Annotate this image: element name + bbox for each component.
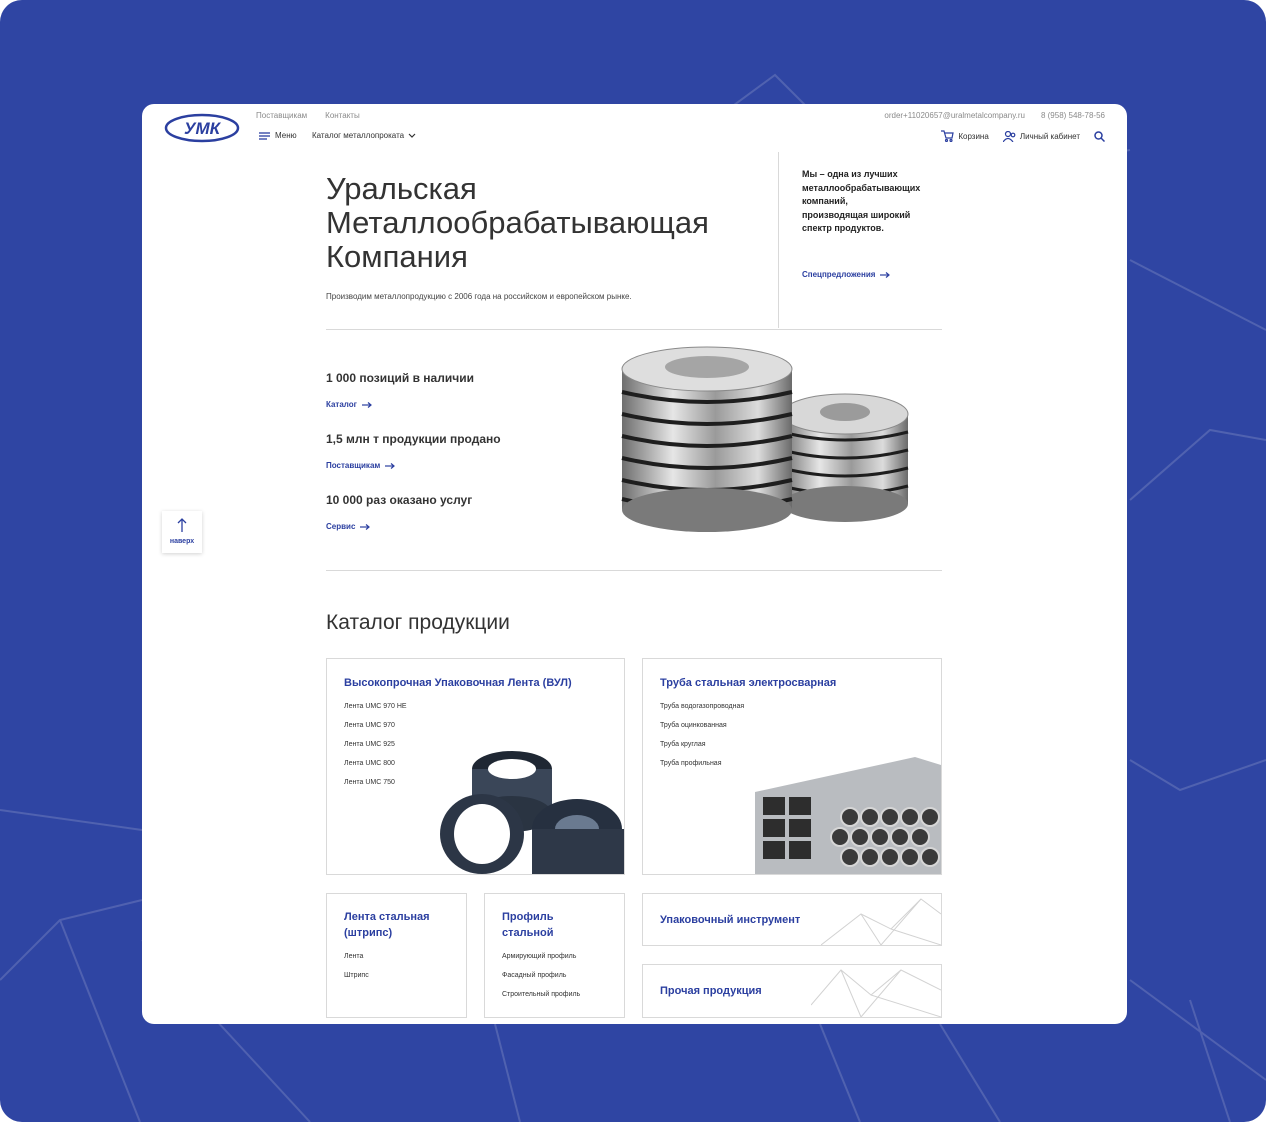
catalog-card-strip[interactable]: Лента стальная (штрипс) Лента Штрипс <box>326 893 467 1018</box>
top-link-suppliers[interactable]: Поставщикам <box>256 111 307 120</box>
catalog-dropdown[interactable]: Каталог металлопроката <box>312 131 416 140</box>
chevron-down-icon <box>408 133 416 138</box>
catalog-card-profile[interactable]: Профиль стальной Армирующий профиль Фаса… <box>484 893 625 1018</box>
stat-link-catalog[interactable]: Каталог <box>326 400 372 409</box>
page-title: Уральская Металлообрабатывающая Компания <box>326 171 709 274</box>
card-item[interactable]: Штрипс <box>344 972 454 979</box>
wireframe-pattern <box>821 898 941 945</box>
stat-item: 1,5 млн т продукции продано Поставщикам <box>326 432 501 473</box>
cart-button[interactable]: Корзина <box>941 130 989 142</box>
arrow-up-icon <box>177 518 187 532</box>
stat-link-label: Сервис <box>326 522 356 531</box>
card-item[interactable]: Фасадный профиль <box>502 972 624 979</box>
cart-icon <box>941 130 955 142</box>
about-text: Мы – одна из лучших металлообрабатывающи… <box>802 169 921 233</box>
stat-link-label: Каталог <box>326 400 357 409</box>
user-icon <box>1002 130 1016 142</box>
hero-divider <box>778 152 779 328</box>
steel-pipes-image <box>755 757 941 874</box>
stat-link-service[interactable]: Сервис <box>326 522 371 531</box>
hamburger-icon <box>259 131 270 140</box>
special-offers-link[interactable]: Спецпредложения <box>802 270 891 279</box>
menu-button[interactable]: Меню <box>259 131 297 140</box>
back-to-top-button[interactable]: наверх <box>162 511 202 553</box>
section-divider <box>326 570 942 571</box>
stat-link-label: Поставщикам <box>326 461 381 470</box>
stat-title: 10 000 раз оказано услуг <box>326 493 473 507</box>
section-divider <box>326 329 942 330</box>
account-button[interactable]: Личный кабинет <box>1002 130 1080 142</box>
arrow-right-icon <box>880 271 891 278</box>
umk-logo[interactable]: УМК <box>164 112 240 144</box>
stat-title: 1,5 млн т продукции продано <box>326 432 501 446</box>
card-item[interactable]: Лента UMC 970 <box>344 722 624 729</box>
back-to-top-label: наверх <box>169 538 195 545</box>
catalog-title: Каталог продукции <box>326 611 510 634</box>
catalog-card-other[interactable]: Прочая продукция <box>642 964 942 1018</box>
stat-title: 1 000 позиций в наличии <box>326 371 474 385</box>
stat-item: 1 000 позиций в наличии Каталог <box>326 371 474 412</box>
card-item[interactable]: Строительный профиль <box>502 991 624 998</box>
email-link[interactable]: order+11020657@uralmetalcompany.ru <box>884 111 1025 120</box>
stat-link-suppliers[interactable]: Поставщикам <box>326 461 396 470</box>
arrow-right-icon <box>362 401 372 408</box>
card-item[interactable]: Лента <box>344 953 454 960</box>
card-item[interactable]: Труба водогазопроводная <box>660 703 941 710</box>
cart-label: Корзина <box>958 131 989 141</box>
arrow-right-icon <box>385 462 396 469</box>
account-label: Личный кабинет <box>1019 131 1080 141</box>
top-link-contacts[interactable]: Контакты <box>325 111 360 120</box>
card-item[interactable]: Труба оцинкованная <box>660 722 941 729</box>
catalog-card-vul[interactable]: Высокопрочная Упаковочная Лента (ВУЛ) Ле… <box>326 658 625 875</box>
special-offers-label: Спецпредложения <box>802 270 876 279</box>
svg-text:УМК: УМК <box>184 119 222 138</box>
arrow-right-icon <box>360 523 371 530</box>
card-item[interactable]: Армирующий профиль <box>502 953 624 960</box>
browser-window: УМК Поставщикам Контакты order+11020657@… <box>142 104 1127 1024</box>
catalog-card-pipe[interactable]: Труба стальная электросварная Труба водо… <box>642 658 942 875</box>
catalog-card-tools[interactable]: Упаковочный инструмент <box>642 893 942 946</box>
catalog-dropdown-label: Каталог металлопроката <box>312 131 405 140</box>
card-item[interactable]: Лента UMC 970 HE <box>344 703 624 710</box>
card-title: Труба стальная электросварная <box>660 677 837 689</box>
strapping-band-image <box>440 751 624 874</box>
steel-coils-image <box>621 346 909 532</box>
search-icon[interactable] <box>1094 130 1105 142</box>
page-background: УМК Поставщикам Контакты order+11020657@… <box>0 0 1266 1122</box>
top-links: Поставщикам Контакты <box>256 111 360 120</box>
header-contacts: order+11020657@uralmetalcompany.ru 8 (95… <box>884 111 1105 120</box>
menu-label: Меню <box>275 131 297 140</box>
wireframe-pattern <box>811 969 941 1017</box>
phone-link[interactable]: 8 (958) 548-78-56 <box>1041 111 1105 120</box>
header-actions: Корзина Личный кабинет <box>941 130 1105 142</box>
stat-item: 10 000 раз оказано услуг Сервис <box>326 493 472 534</box>
card-title: Высокопрочная Упаковочная Лента (ВУЛ) <box>344 677 572 689</box>
card-title: Лента стальная (штрипс) <box>344 911 430 939</box>
card-title: Профиль стальной <box>502 911 554 939</box>
hero-subtitle: Производим металлопродукцию с 2006 года … <box>326 292 632 301</box>
